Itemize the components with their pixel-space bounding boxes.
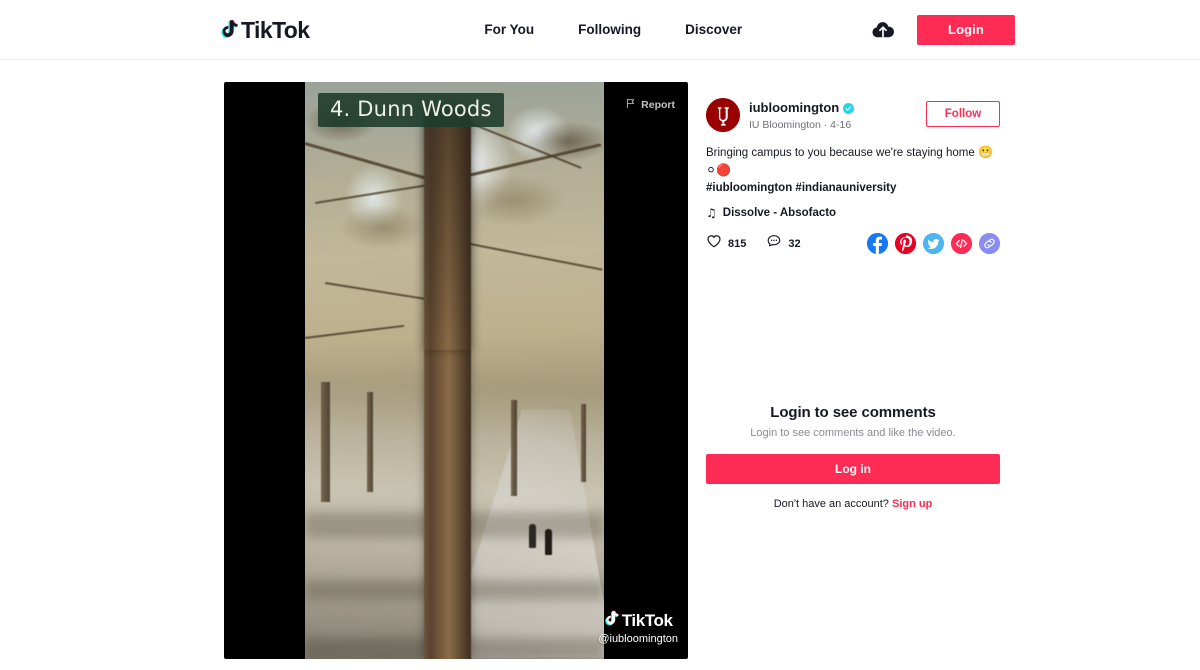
background-tree	[511, 400, 517, 496]
like-count: 815	[728, 237, 747, 250]
heart-icon	[706, 233, 722, 254]
watermark-label: TikTok	[621, 611, 673, 630]
background-tree	[367, 392, 373, 492]
post-hashtags[interactable]: #iubloomington #indianauniversity	[706, 180, 1000, 197]
nav-item-following[interactable]: Following	[578, 22, 641, 37]
author-row: iubloomington IU Bloomington · 4-16 Foll…	[706, 98, 1000, 132]
cloud-upload-icon[interactable]	[871, 18, 895, 42]
person-silhouette	[529, 524, 536, 548]
nav-item-for-you[interactable]: For You	[484, 22, 534, 37]
comment-stat[interactable]: 32	[766, 233, 801, 254]
author-meta-separator: ·	[820, 119, 831, 131]
avatar[interactable]	[706, 98, 740, 132]
flag-icon	[625, 98, 636, 112]
login-gate-button[interactable]: Log in	[706, 454, 1000, 484]
caption-text: Bringing campus to you because we're sta…	[706, 147, 978, 159]
music-title: Dissolve - Absofacto	[722, 207, 837, 219]
post-date: 4-16	[830, 119, 852, 131]
login-button[interactable]: Login	[917, 14, 1015, 45]
background-tree	[321, 382, 330, 502]
embed-share-icon[interactable]	[951, 233, 972, 254]
tiktok-note-icon	[220, 19, 238, 40]
follow-button[interactable]: Follow	[926, 101, 1000, 127]
author-username: iubloomington	[749, 100, 840, 115]
report-button[interactable]: Report	[625, 98, 675, 112]
person-silhouette	[545, 529, 552, 555]
author-username-row[interactable]: iubloomington	[749, 100, 855, 115]
like-stat[interactable]: 815	[706, 233, 746, 254]
tiktok-wordmark: TikTok	[241, 17, 310, 43]
video-frame	[305, 82, 604, 659]
video-player[interactable]: 4. Dunn Woods Report TikTok @iubloomingt…	[224, 82, 688, 659]
comment-bubble-icon	[766, 233, 782, 254]
background-tree	[581, 404, 586, 482]
video-detail-container: 4. Dunn Woods Report TikTok @iubloomingt…	[224, 82, 1016, 659]
author-meta: iubloomington IU Bloomington · 4-16	[749, 98, 926, 132]
watermark-handle: @iubloomington	[598, 633, 678, 645]
signup-line: Don't have an account? Sign up	[706, 498, 1000, 510]
main-nav: For You Following Discover	[484, 22, 742, 37]
watermark-row: TikTok	[598, 610, 678, 632]
author-subtitle: IU Bloomington · 4-16	[749, 119, 926, 132]
music-link[interactable]: ♫ Dissolve - Absofacto	[706, 206, 1000, 220]
video-title-overlay: 4. Dunn Woods	[318, 93, 504, 127]
engagement-row: 815 32	[706, 233, 1000, 254]
pinterest-share-icon[interactable]	[895, 233, 916, 254]
twitter-share-icon[interactable]	[923, 233, 944, 254]
page-body: 4. Dunn Woods Report TikTok @iubloomingt…	[200, 60, 1016, 670]
report-label: Report	[641, 99, 675, 111]
signup-prompt: Don't have an account?	[773, 498, 892, 510]
login-gate-title: Login to see comments	[770, 404, 936, 421]
comments-login-gate: Login to see comments Login to see comme…	[706, 404, 1000, 510]
copy-link-icon[interactable]	[979, 233, 1000, 254]
nav-item-discover[interactable]: Discover	[685, 22, 742, 37]
foreground-tree-trunk-shadow	[424, 110, 471, 350]
facebook-share-icon[interactable]	[867, 233, 888, 254]
signup-link[interactable]: Sign up	[892, 498, 932, 510]
header-actions: Login	[871, 14, 1016, 45]
header-inner: TikTok For You Following Discover Login	[200, 0, 1016, 59]
tiktok-watermark: TikTok @iubloomington	[598, 610, 678, 645]
top-navigation-bar: TikTok For You Following Discover Login	[0, 0, 1200, 60]
comment-count: 32	[788, 237, 801, 250]
music-note-icon: ♫	[706, 206, 717, 220]
post-caption: Bringing campus to you because we're sta…	[706, 144, 1000, 197]
share-row	[867, 233, 1000, 254]
login-gate-subtitle: Login to see comments and like the video…	[750, 427, 956, 439]
tiktok-logo[interactable]: TikTok	[220, 17, 310, 43]
video-info-panel: iubloomington IU Bloomington · 4-16 Foll…	[688, 82, 1016, 659]
author-display-name: IU Bloomington	[749, 119, 821, 131]
tiktok-note-icon	[604, 610, 619, 632]
verified-badge-icon	[843, 102, 855, 114]
